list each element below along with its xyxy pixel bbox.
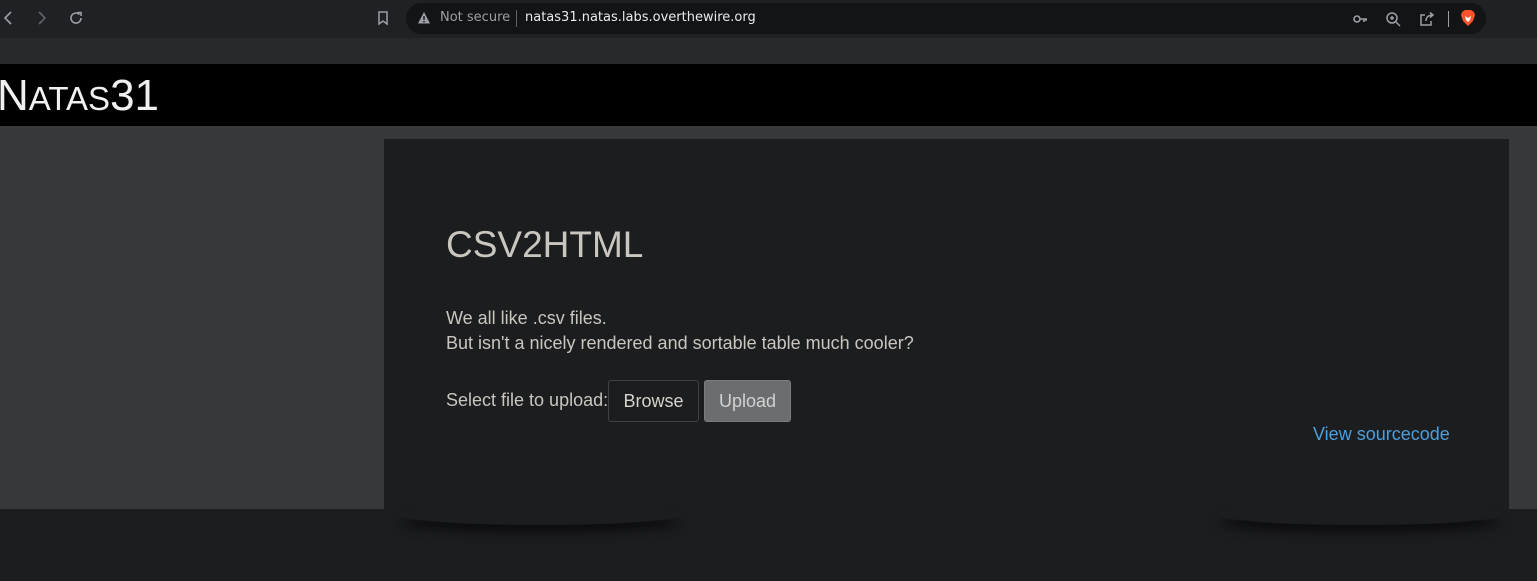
browser-toolbar: Not secure natas31.natas.labs.overthewir… [0,0,1537,38]
brave-icon[interactable] [1459,9,1477,27]
key-icon[interactable] [1350,9,1370,29]
upload-button[interactable]: Upload [704,380,791,422]
forward-icon[interactable] [30,6,54,30]
reload-icon[interactable] [64,6,88,30]
title-prefix: N [0,71,29,120]
description-line-1: We all like .csv files. [446,308,607,328]
bookmark-icon[interactable] [372,7,394,29]
url-text[interactable]: natas31.natas.labs.overthewire.org [525,10,756,25]
view-sourcecode-link[interactable]: View sourcecode [1313,424,1450,445]
back-icon[interactable] [0,6,20,30]
warning-icon [418,12,430,24]
page-top-strip [0,38,1537,64]
share-icon[interactable] [1417,9,1437,29]
security-label[interactable]: Not secure [440,10,510,25]
description: We all like .csv files. But isn't a nice… [446,306,914,356]
title-number: 31 [110,71,160,120]
site-title: NATAS31 [0,72,159,123]
site-header: NATAS31 [0,64,1537,126]
address-bar[interactable]: Not secure natas31.natas.labs.overthewir… [406,3,1486,34]
upload-label: Select file to upload: [446,390,609,410]
zoom-icon[interactable] [1383,9,1403,29]
omnibox-separator [516,10,517,27]
title-caps: ATAS [28,80,111,117]
description-line-2: But isn't a nicely rendered and sortable… [446,333,914,353]
page-heading: CSV2HTML [446,224,644,265]
omnibox-divider [1448,11,1449,27]
browse-button[interactable]: Browse [608,380,699,422]
